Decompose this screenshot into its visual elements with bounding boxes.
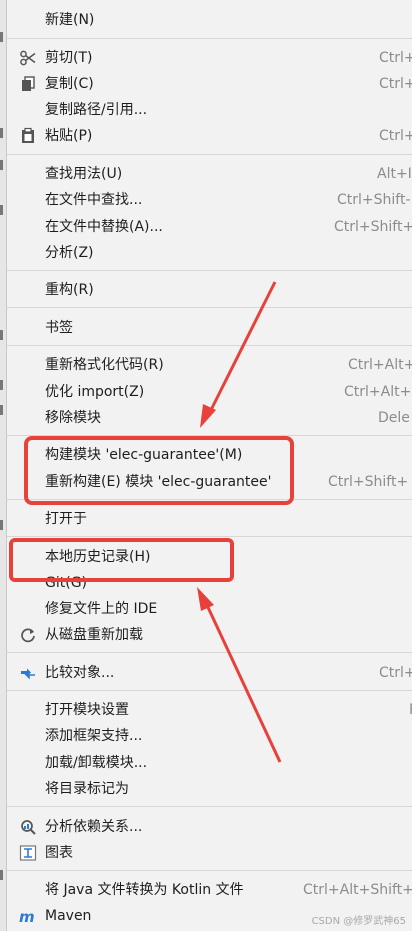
menu-item-find-usages[interactable]: 查找用法(U) Alt+I <box>7 161 412 187</box>
menu-item-label: 将 Java 文件转换为 Kotlin 文件 <box>45 882 244 898</box>
menu-separator <box>7 154 412 155</box>
clipboard-icon <box>19 127 37 145</box>
menu-item-mark-directory[interactable]: 将目录标记为 <box>7 776 412 802</box>
menu-item-compare-with[interactable]: 比较对象... Ctrl+ <box>7 660 412 686</box>
menu-separator <box>7 307 412 308</box>
context-menu: 新建(N) 剪切(T) Ctrl+ 复制(C) Ctrl+ 复制路径/引用...… <box>6 0 412 931</box>
menu-item-add-framework[interactable]: 添加框架支持... <box>7 723 412 749</box>
menu-item-new[interactable]: 新建(N) <box>7 7 412 33</box>
menu-item-label: 构建模块 'elec-guarantee'(M) <box>45 447 243 463</box>
menu-item-label: 加载/卸载模块... <box>45 755 148 771</box>
menu-item-fix-ide[interactable]: 修复文件上的 IDE <box>7 596 412 622</box>
menu-item-label: 分析(Z) <box>45 245 94 261</box>
menu-item-shortcut: Ctrl+Shift+ <box>328 474 409 490</box>
reload-icon <box>19 626 37 644</box>
menu-separator <box>7 345 412 346</box>
menu-item-label: 复制路径/引用... <box>45 102 148 118</box>
menu-item-analyze[interactable]: 分析(Z) <box>7 240 412 266</box>
menu-item-find-in-files[interactable]: 在文件中查找... Ctrl+Shift- <box>7 187 412 213</box>
menu-item-shortcut: Alt+I <box>377 166 412 182</box>
menu-item-label: 打开于 <box>45 511 87 527</box>
menu-item-label: 图表 <box>45 845 73 861</box>
menu-item-shortcut: Ctrl+Alt+ <box>344 384 412 400</box>
menu-separator <box>7 806 412 807</box>
menu-separator <box>7 270 412 271</box>
menu-item-label: 重新构建(E) 模块 'elec-guarantee' <box>45 474 272 490</box>
menu-item-label: 在文件中查找... <box>45 192 143 208</box>
menu-item-shortcut: Ctrl+Shift- <box>337 192 411 208</box>
scissors-icon <box>19 49 37 67</box>
menu-item-module-settings[interactable]: 打开模块设置 F <box>7 697 412 723</box>
menu-item-label: 比较对象... <box>45 665 115 681</box>
dependency-analysis-icon <box>19 818 37 836</box>
menu-item-shortcut: Ctrl+ <box>379 128 412 144</box>
menu-item-reload-from-disk[interactable]: 从磁盘重新加载 <box>7 622 412 648</box>
menu-item-label: 从磁盘重新加载 <box>45 627 143 643</box>
menu-item-reformat-code[interactable]: 重新格式化代码(R) Ctrl+Alt+ <box>7 352 412 378</box>
menu-item-convert-to-kotlin[interactable]: 将 Java 文件转换为 Kotlin 文件 Ctrl+Alt+Shift+ <box>7 877 412 903</box>
menu-item-label: 添加框架支持... <box>45 728 143 744</box>
copy-icon <box>19 75 37 93</box>
menu-item-label: 将目录标记为 <box>45 781 129 797</box>
menu-item-label: 修复文件上的 IDE <box>45 601 158 617</box>
menu-separator <box>7 38 412 39</box>
menu-item-optimize-imports[interactable]: 优化 import(Z) Ctrl+Alt+ <box>7 379 412 405</box>
watermark: CSDN @修罗武神65 <box>311 916 406 927</box>
menu-item-shortcut: Ctrl+Alt+Shift+ <box>303 882 412 898</box>
menu-item-load-unload-modules[interactable]: 加载/卸载模块... <box>7 750 412 776</box>
menu-item-label: 分析依赖关系... <box>45 819 143 835</box>
menu-item-open-in[interactable]: 打开于 <box>7 506 412 532</box>
menu-item-local-history[interactable]: 本地历史记录(H) <box>7 544 412 570</box>
menu-item-label: 书签 <box>45 320 73 336</box>
menu-separator <box>7 690 412 691</box>
menu-item-bookmarks[interactable]: 书签 <box>7 315 412 341</box>
menu-item-label: 新建(N) <box>45 12 95 28</box>
menu-item-label: 重新格式化代码(R) <box>45 357 164 373</box>
menu-item-build-module[interactable]: 构建模块 'elec-guarantee'(M) <box>7 442 412 468</box>
menu-separator <box>7 435 412 436</box>
menu-item-label: 优化 import(Z) <box>45 384 145 400</box>
menu-item-shortcut: Ctrl+Alt+ <box>348 357 412 373</box>
menu-item-remove-module[interactable]: 移除模块 Dele <box>7 405 412 431</box>
menu-item-replace-in-files[interactable]: 在文件中替换(A)... Ctrl+Shift+ <box>7 214 412 240</box>
menu-item-label: Maven <box>45 908 92 924</box>
menu-item-analyze-dependencies[interactable]: 分析依赖关系... <box>7 814 412 840</box>
maven-icon: m <box>19 907 37 925</box>
menu-item-rebuild-module[interactable]: 重新构建(E) 模块 'elec-guarantee' Ctrl+Shift+ <box>7 469 412 495</box>
menu-item-diagrams[interactable]: 图表 <box>7 840 412 866</box>
menu-item-label: 本地历史记录(H) <box>45 549 151 565</box>
compare-arrows-icon <box>19 664 37 682</box>
menu-item-label: 重构(R) <box>45 282 94 298</box>
menu-item-shortcut: Ctrl+Shift+ <box>334 219 412 235</box>
menu-item-shortcut: Ctrl+ <box>379 665 412 681</box>
menu-item-label: Git(G) <box>45 575 87 591</box>
menu-separator <box>7 499 412 500</box>
menu-item-shortcut: Ctrl+ <box>379 76 412 92</box>
menu-separator <box>7 870 412 871</box>
svg-text:m: m <box>19 908 35 925</box>
menu-item-label: 复制(C) <box>45 76 94 92</box>
menu-item-label: 粘贴(P) <box>45 128 93 144</box>
menu-item-label: 移除模块 <box>45 410 101 426</box>
menu-item-shortcut: Dele <box>378 410 410 426</box>
menu-item-copy[interactable]: 复制(C) Ctrl+ <box>7 71 412 97</box>
menu-item-git[interactable]: Git(G) <box>7 570 412 596</box>
menu-separator <box>7 652 412 653</box>
diagram-icon <box>19 844 37 862</box>
menu-item-paste[interactable]: 粘贴(P) Ctrl+ <box>7 123 412 149</box>
menu-item-refactor[interactable]: 重构(R) <box>7 277 412 303</box>
menu-item-label: 查找用法(U) <box>45 166 123 182</box>
menu-item-label: 在文件中替换(A)... <box>45 219 163 235</box>
menu-item-label: 打开模块设置 <box>45 702 129 718</box>
menu-item-label: 剪切(T) <box>45 50 93 66</box>
menu-item-shortcut: Ctrl+ <box>379 50 412 66</box>
menu-item-cut[interactable]: 剪切(T) Ctrl+ <box>7 45 412 71</box>
menu-item-copy-path[interactable]: 复制路径/引用... <box>7 97 412 123</box>
menu-separator <box>7 536 412 537</box>
